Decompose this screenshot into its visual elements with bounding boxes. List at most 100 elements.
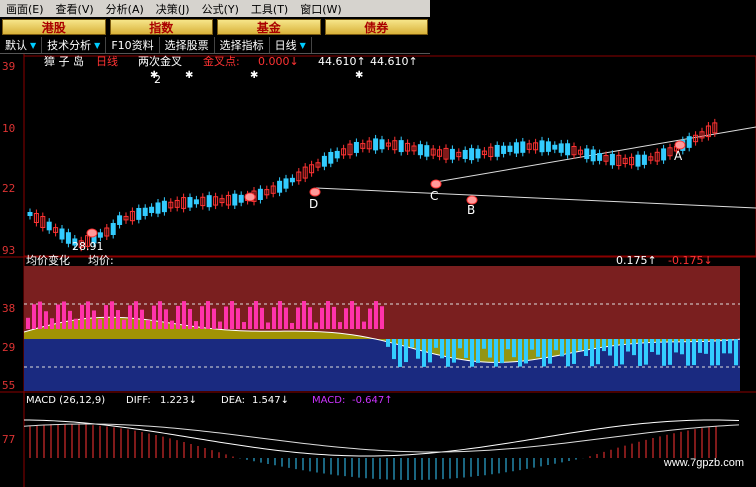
candle-body [565, 143, 571, 156]
market-tab-3[interactable]: 债券 [324, 19, 428, 35]
avg-bar [356, 306, 360, 329]
toolbar-item-2[interactable]: F10资料 [106, 37, 160, 53]
toolbar-item-0[interactable]: 默认 ▼ [0, 37, 43, 53]
avg-bar [134, 301, 138, 329]
chevron-down-icon: ▼ [94, 40, 101, 50]
candlesticks[interactable] [27, 118, 718, 252]
candle-body [334, 150, 340, 159]
market-tab-1[interactable]: 指数 [109, 19, 213, 35]
candle-body [155, 202, 161, 214]
avg-bar [644, 339, 648, 365]
avg-bar [86, 301, 90, 329]
avg-bar [92, 310, 96, 329]
candle-body [257, 188, 263, 200]
avg-bar [440, 339, 444, 359]
indicator-name: 两次金叉 [138, 54, 182, 68]
menu-item-5[interactable]: 工具(T) [245, 1, 294, 17]
avg-axis-label: 38 [2, 302, 15, 315]
candle-body [584, 148, 590, 160]
candle-body [136, 207, 142, 220]
candle-body [494, 144, 500, 157]
avg-bar [74, 318, 78, 329]
avg-bar [398, 339, 402, 367]
avg-bar [290, 322, 294, 329]
avg-bar [704, 339, 708, 354]
candle-body [277, 180, 283, 193]
menu-item-4[interactable]: 公式(Y) [196, 1, 245, 17]
avg-bar [26, 317, 30, 329]
avg-bar [518, 339, 522, 367]
avg-bar [470, 339, 474, 367]
dea-value: 1.547↓ [252, 395, 289, 406]
candle-body [398, 140, 404, 153]
toolbar-item-4[interactable]: 选择指标 [215, 37, 270, 53]
avg-panel-title: 均价变化 [26, 253, 70, 267]
avg-axis-label: 55 [2, 379, 15, 392]
candle-body [590, 149, 596, 162]
avg-bar [524, 339, 528, 364]
avg-bar [38, 301, 42, 329]
menu-bar: 画面(E) 查看(V) 分析(A) 决策(J) 公式(Y) 工具(T) 窗口(W) [0, 0, 430, 17]
candle-body [193, 199, 199, 205]
avg-bar [572, 339, 576, 364]
goldcross-marker-icon [244, 192, 256, 202]
candle-body [513, 142, 519, 154]
goldcross-marker-icon [86, 228, 98, 238]
menu-item-2[interactable]: 分析(A) [100, 1, 150, 17]
avg-bar [146, 320, 150, 329]
candle-body [110, 223, 116, 235]
avg-bar [170, 320, 174, 329]
point-label-A: A [674, 149, 683, 163]
toolbar-item-3[interactable]: 选择股票 [160, 37, 215, 53]
avg-bar [32, 304, 36, 329]
avg-bar [620, 339, 624, 365]
candle-body [641, 154, 647, 165]
avg-bar [506, 339, 510, 350]
avg-bar [716, 339, 720, 366]
candle-body [597, 153, 603, 161]
avg-bar [218, 321, 222, 329]
candle-body [161, 200, 167, 213]
avg-bar [98, 319, 102, 329]
avg-bar [242, 322, 246, 329]
avg-bar [458, 339, 462, 349]
market-tab-2[interactable]: 基金 [217, 19, 321, 35]
candle-body [283, 178, 289, 189]
toolbar-item-label: F10资料 [111, 39, 154, 52]
avg-bar [386, 339, 390, 347]
marker-label: 2 [154, 73, 161, 86]
avg-bar [566, 339, 570, 367]
avg-bar [62, 301, 66, 329]
candle-body [379, 139, 385, 150]
menu-item-0[interactable]: 画面(E) [0, 1, 50, 17]
avg-bar [326, 301, 330, 329]
avg-bar [248, 306, 252, 329]
toolbar-item-5[interactable]: 日线 ▼ [270, 37, 312, 53]
avg-bar [668, 339, 672, 365]
stock-chart[interactable]: 獐 子 岛 日线 两次金叉 金叉点: 0.000↓ 44.610↑ 44.610… [0, 54, 756, 487]
toolbar-item-label: 选择股票 [164, 39, 209, 52]
avg-bar [500, 339, 504, 364]
avg-bar [314, 322, 318, 329]
macd-value: -0.647↑ [352, 395, 393, 406]
avg-bar [284, 307, 288, 329]
menu-item-6[interactable]: 窗口(W) [294, 1, 347, 17]
avg-value-1: 0.175↑ [616, 254, 657, 267]
toolbar-item-label: 默认 [5, 39, 27, 52]
avg-bar [272, 307, 276, 329]
avg-axis: 38 29 55 [2, 302, 15, 392]
menu-item-1[interactable]: 查看(V) [50, 1, 100, 17]
avg-bar [164, 309, 168, 329]
watermark: www.7gpzb.com [663, 457, 744, 469]
avg-bar [254, 301, 258, 329]
star-marker-icon: ✱ [185, 70, 193, 81]
low-price-label: 28.91 [72, 240, 104, 253]
goldcross-marker-icon [309, 187, 321, 197]
avg-panel-title2: 均价: [88, 254, 114, 267]
avg-bar [602, 339, 606, 352]
toolbar-item-1[interactable]: 技术分析 ▼ [42, 37, 107, 53]
menu-item-3[interactable]: 决策(J) [150, 1, 196, 17]
market-tabs: 港股 指数 基金 债券 [0, 17, 430, 37]
market-tab-0[interactable]: 港股 [2, 19, 106, 35]
price-axis: 39 10 22 93 [2, 60, 15, 257]
